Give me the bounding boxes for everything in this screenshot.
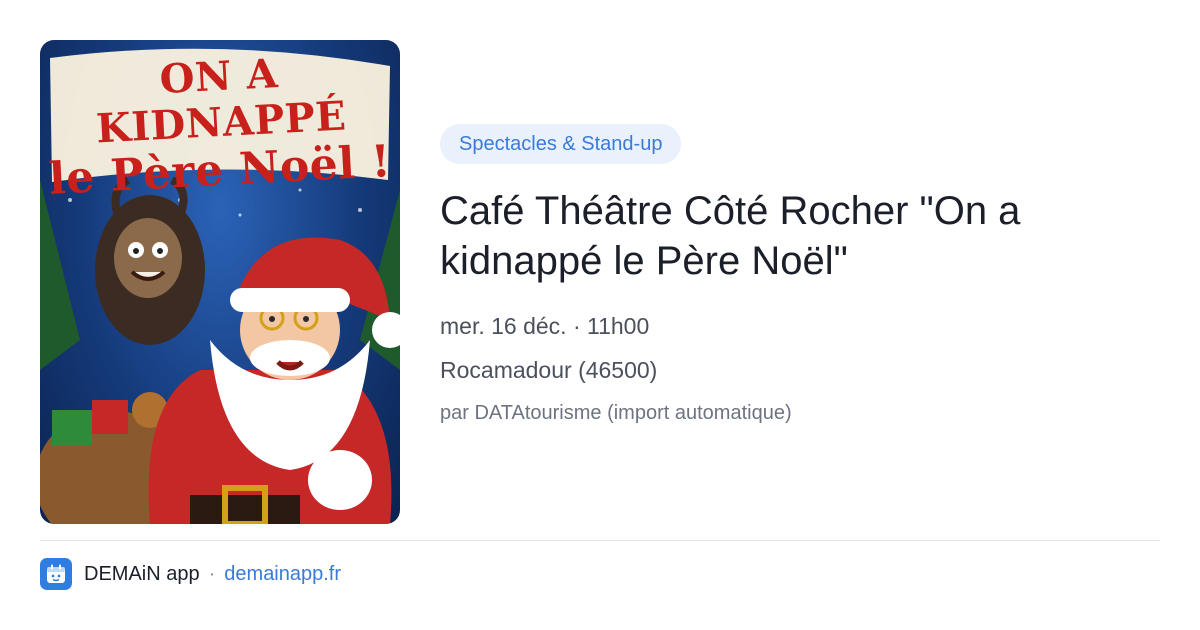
calendar-app-icon [40, 558, 72, 590]
event-location: Rocamadour (46500) [440, 357, 658, 383]
footer-separator: · [208, 562, 216, 585]
category-badge[interactable]: Spectacles & Stand-up [440, 124, 682, 164]
app-name: DEMAiN app [84, 562, 200, 585]
app-url-link[interactable]: demainapp.fr [224, 563, 341, 586]
poster-title: ON A KIDNAPPÉ le Père Noël ! [40, 50, 400, 205]
event-title[interactable]: Café Théâtre Côté Rocher "On a kidnappé … [440, 186, 1140, 286]
event-datetime: mer. 16 déc. · 11h00 [440, 313, 650, 339]
event-source: par DATAtourisme (import automatique) [440, 402, 792, 424]
event-poster-image: ON A KIDNAPPÉ le Père Noël ! [40, 40, 400, 524]
footer: DEMAiN app · demainapp.fr [40, 558, 341, 590]
footer-divider [40, 540, 1160, 541]
